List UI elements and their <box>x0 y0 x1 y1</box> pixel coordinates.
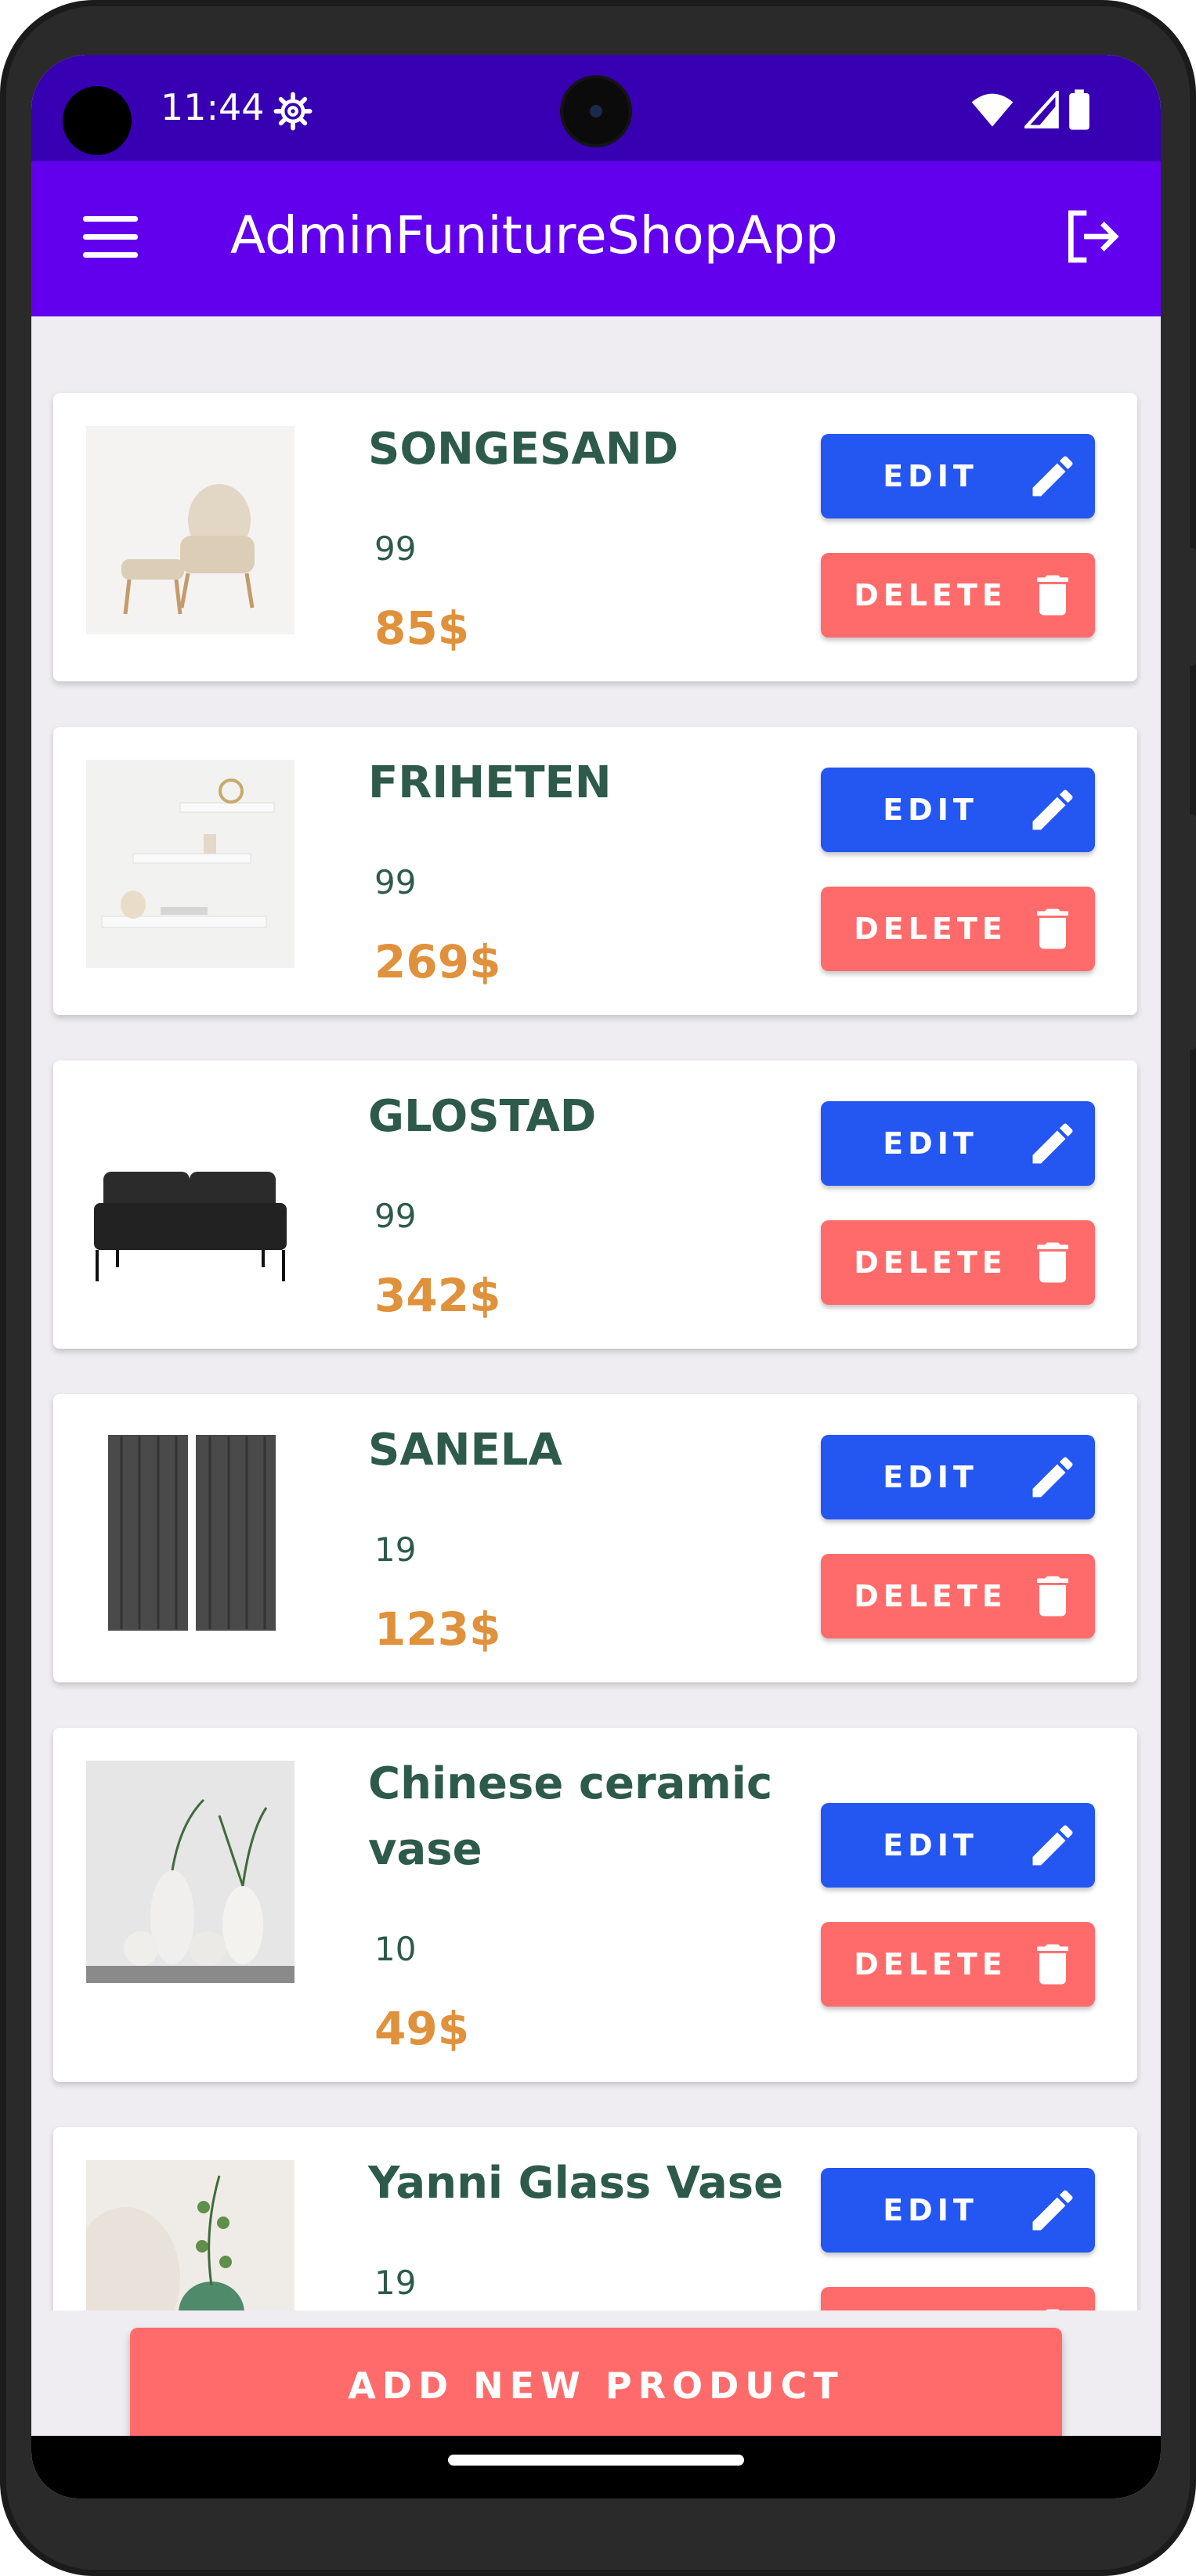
battery-icon <box>1069 89 1089 130</box>
product-quantity: 99 <box>374 863 417 901</box>
delete-button[interactable] <box>821 2287 1095 2310</box>
product-card: GLOSTAD 99 342$ EDIT DELETE <box>53 1060 1137 1349</box>
pencil-icon <box>1032 1825 1073 1866</box>
delete-label: DELETE <box>854 1947 1007 1982</box>
screen: 11:44 AdminFunitureShopApp SONGESAND 99 … <box>31 55 1161 2498</box>
edit-label: EDIT <box>883 793 978 827</box>
product-image <box>86 1427 294 1635</box>
product-price: 342$ <box>374 1269 501 1322</box>
trash-icon <box>1037 1242 1068 1283</box>
edit-button[interactable]: EDIT <box>821 2168 1095 2253</box>
trash-icon <box>1046 2309 1060 2310</box>
trash-icon <box>1037 1944 1068 1985</box>
product-name: Yanni Glass Vase <box>368 2158 784 2209</box>
trash-icon <box>1037 909 1068 949</box>
product-image <box>86 1761 294 1983</box>
delete-button[interactable]: DELETE <box>821 887 1095 971</box>
product-price: 85$ <box>374 602 470 655</box>
delete-label: DELETE <box>854 912 1007 946</box>
product-name: Chinese ceramic vase <box>368 1758 773 1875</box>
product-price: 49$ <box>374 2002 470 2055</box>
navigation-bar <box>31 2436 1161 2498</box>
edit-button[interactable]: EDIT <box>821 768 1095 852</box>
product-image <box>86 760 294 968</box>
app-title: AdminFunitureShopApp <box>230 205 838 266</box>
camera-cutout-left <box>63 86 132 155</box>
edit-button[interactable]: EDIT <box>821 1101 1095 1186</box>
product-image <box>86 1093 294 1302</box>
delete-label: DELETE <box>854 1245 1007 1280</box>
pencil-icon <box>1032 2190 1073 2231</box>
wifi-icon <box>971 93 1014 127</box>
clock: 11:44 <box>161 86 265 128</box>
product-list[interactable]: SONGESAND 99 85$ EDIT DELETE FRIHETEN 99… <box>31 316 1161 2310</box>
product-quantity: 99 <box>374 1197 417 1235</box>
edit-label: EDIT <box>883 1828 978 1862</box>
menu-icon[interactable] <box>83 216 138 258</box>
home-indicator[interactable] <box>448 2455 744 2466</box>
product-name: SONGESAND <box>368 424 679 475</box>
delete-button[interactable]: DELETE <box>821 1554 1095 1638</box>
add-new-product-button[interactable]: ADD NEW PRODUCT <box>130 2328 1062 2444</box>
product-card: SONGESAND 99 85$ EDIT DELETE <box>53 393 1137 681</box>
app-bar: AdminFunitureShopApp <box>31 161 1161 316</box>
delete-button[interactable]: DELETE <box>821 1220 1095 1305</box>
front-camera <box>563 78 629 144</box>
delete-button[interactable]: DELETE <box>821 553 1095 638</box>
product-card: SANELA 19 123$ EDIT DELETE <box>53 1394 1137 1682</box>
status-icons <box>970 89 1090 130</box>
pencil-icon <box>1032 1457 1073 1498</box>
product-card: FRIHETEN 99 269$ EDIT DELETE <box>53 727 1137 1015</box>
product-quantity: 10 <box>374 1930 417 1968</box>
volume-button <box>1187 548 1196 666</box>
edit-button[interactable]: EDIT <box>821 1435 1095 1519</box>
product-quantity: 99 <box>374 529 417 568</box>
signal-icon <box>1024 91 1059 128</box>
edit-label: EDIT <box>883 1460 978 1494</box>
gear-icon <box>273 92 313 131</box>
edit-label: EDIT <box>883 459 978 493</box>
pencil-icon <box>1032 789 1073 830</box>
product-price: 269$ <box>374 935 501 988</box>
product-card: Chinese ceramic vase 10 49$ EDIT DELETE <box>53 1728 1137 2082</box>
delete-label: DELETE <box>854 578 1007 612</box>
delete-label: DELETE <box>854 1579 1007 1613</box>
pencil-icon <box>1032 1123 1073 1164</box>
status-bar: 11:44 <box>31 55 1161 161</box>
trash-icon <box>1037 1576 1068 1617</box>
product-name: SANELA <box>368 1425 562 1476</box>
product-quantity: 19 <box>374 2263 417 2302</box>
product-image <box>86 426 294 634</box>
product-price: 123$ <box>374 1602 501 1656</box>
product-name: GLOSTAD <box>368 1091 597 1142</box>
edit-label: EDIT <box>883 2193 978 2227</box>
product-image <box>86 2160 294 2310</box>
product-card: Yanni Glass Vase 19 EDIT <box>53 2127 1137 2310</box>
product-name: FRIHETEN <box>368 757 612 808</box>
product-quantity: 19 <box>374 1530 417 1569</box>
edit-label: EDIT <box>883 1126 978 1161</box>
logout-icon[interactable] <box>1061 205 1123 268</box>
edit-button[interactable]: EDIT <box>821 434 1095 518</box>
phone-frame: 11:44 AdminFunitureShopApp SONGESAND 99 … <box>0 0 1196 2576</box>
delete-button[interactable]: DELETE <box>821 1922 1095 2007</box>
edit-button[interactable]: EDIT <box>821 1803 1095 1888</box>
power-button <box>1187 815 1196 1050</box>
pencil-icon <box>1032 456 1073 497</box>
trash-icon <box>1037 575 1068 616</box>
